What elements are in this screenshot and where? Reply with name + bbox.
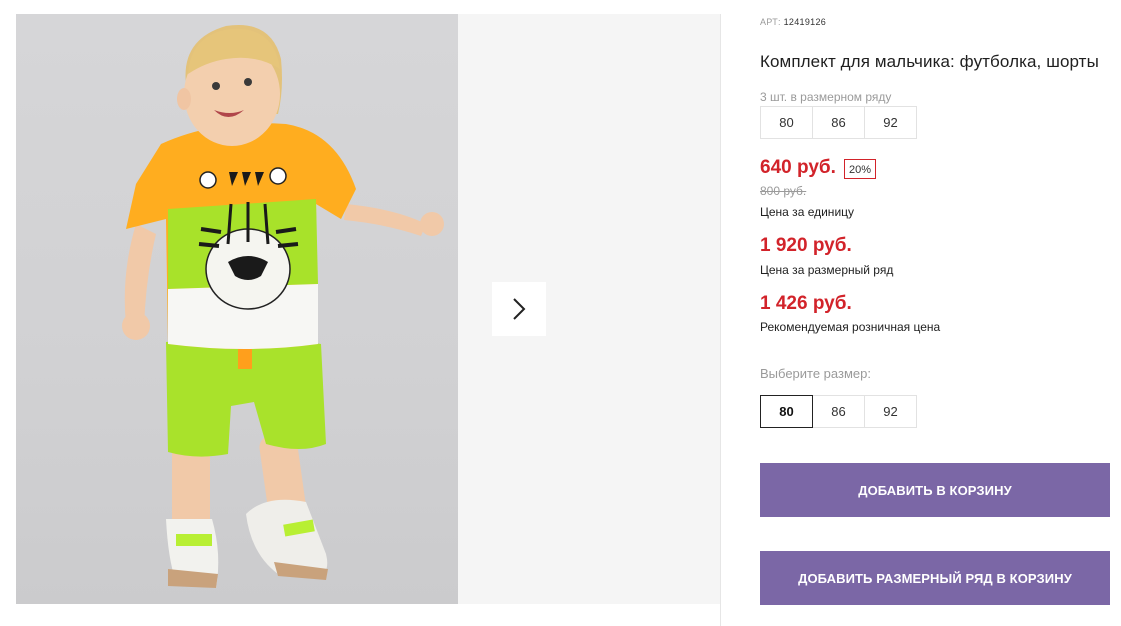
- size-selector: 80 86 92: [760, 395, 917, 428]
- chevron-right-icon: [513, 298, 526, 320]
- size-option-92[interactable]: 92: [864, 395, 917, 428]
- article-label: АРТ:: [760, 17, 781, 27]
- pack-size-86: 86: [812, 106, 865, 139]
- add-pack-to-cart-button[interactable]: ДОБАВИТЬ РАЗМЕРНЫЙ РЯД В КОРЗИНУ: [760, 551, 1110, 605]
- size-option-86[interactable]: 86: [812, 395, 865, 428]
- product-title: Комплект для мальчика: футболка, шорты: [760, 52, 1099, 71]
- add-to-cart-button[interactable]: ДОБАВИТЬ В КОРЗИНУ: [760, 463, 1110, 517]
- pack-size-92: 92: [864, 106, 917, 139]
- unit-price-caption: Цена за единицу: [760, 205, 855, 219]
- article-value: 12419126: [783, 17, 827, 27]
- article-number: АРТ: 12419126: [760, 17, 826, 27]
- old-price: 800 руб.: [760, 184, 807, 198]
- size-option-80[interactable]: 80: [760, 395, 813, 428]
- next-image-button[interactable]: [492, 282, 546, 336]
- retail-price: 1 426 руб.: [760, 293, 852, 314]
- pack-size-80: 80: [760, 106, 813, 139]
- unit-price: 640 руб.: [760, 157, 836, 178]
- pack-size-note: 3 шт. в размерном ряду: [760, 90, 892, 104]
- discount-badge: 20%: [844, 159, 877, 179]
- product-photo: [16, 14, 458, 604]
- product-gallery: [0, 0, 720, 626]
- product-info-panel: АРТ: 12419126 Комплект для мальчика: фут…: [760, 0, 1121, 626]
- pack-size-list: 80 86 92: [760, 106, 917, 139]
- pack-price: 1 920 руб.: [760, 235, 852, 256]
- column-divider: [720, 14, 721, 626]
- choose-size-label: Выберите размер:: [760, 366, 871, 381]
- product-photo-illustration: [122, 24, 444, 588]
- retail-price-caption: Рекомендуемая розничная цена: [760, 320, 941, 334]
- pack-price-caption: Цена за размерный ряд: [760, 263, 894, 277]
